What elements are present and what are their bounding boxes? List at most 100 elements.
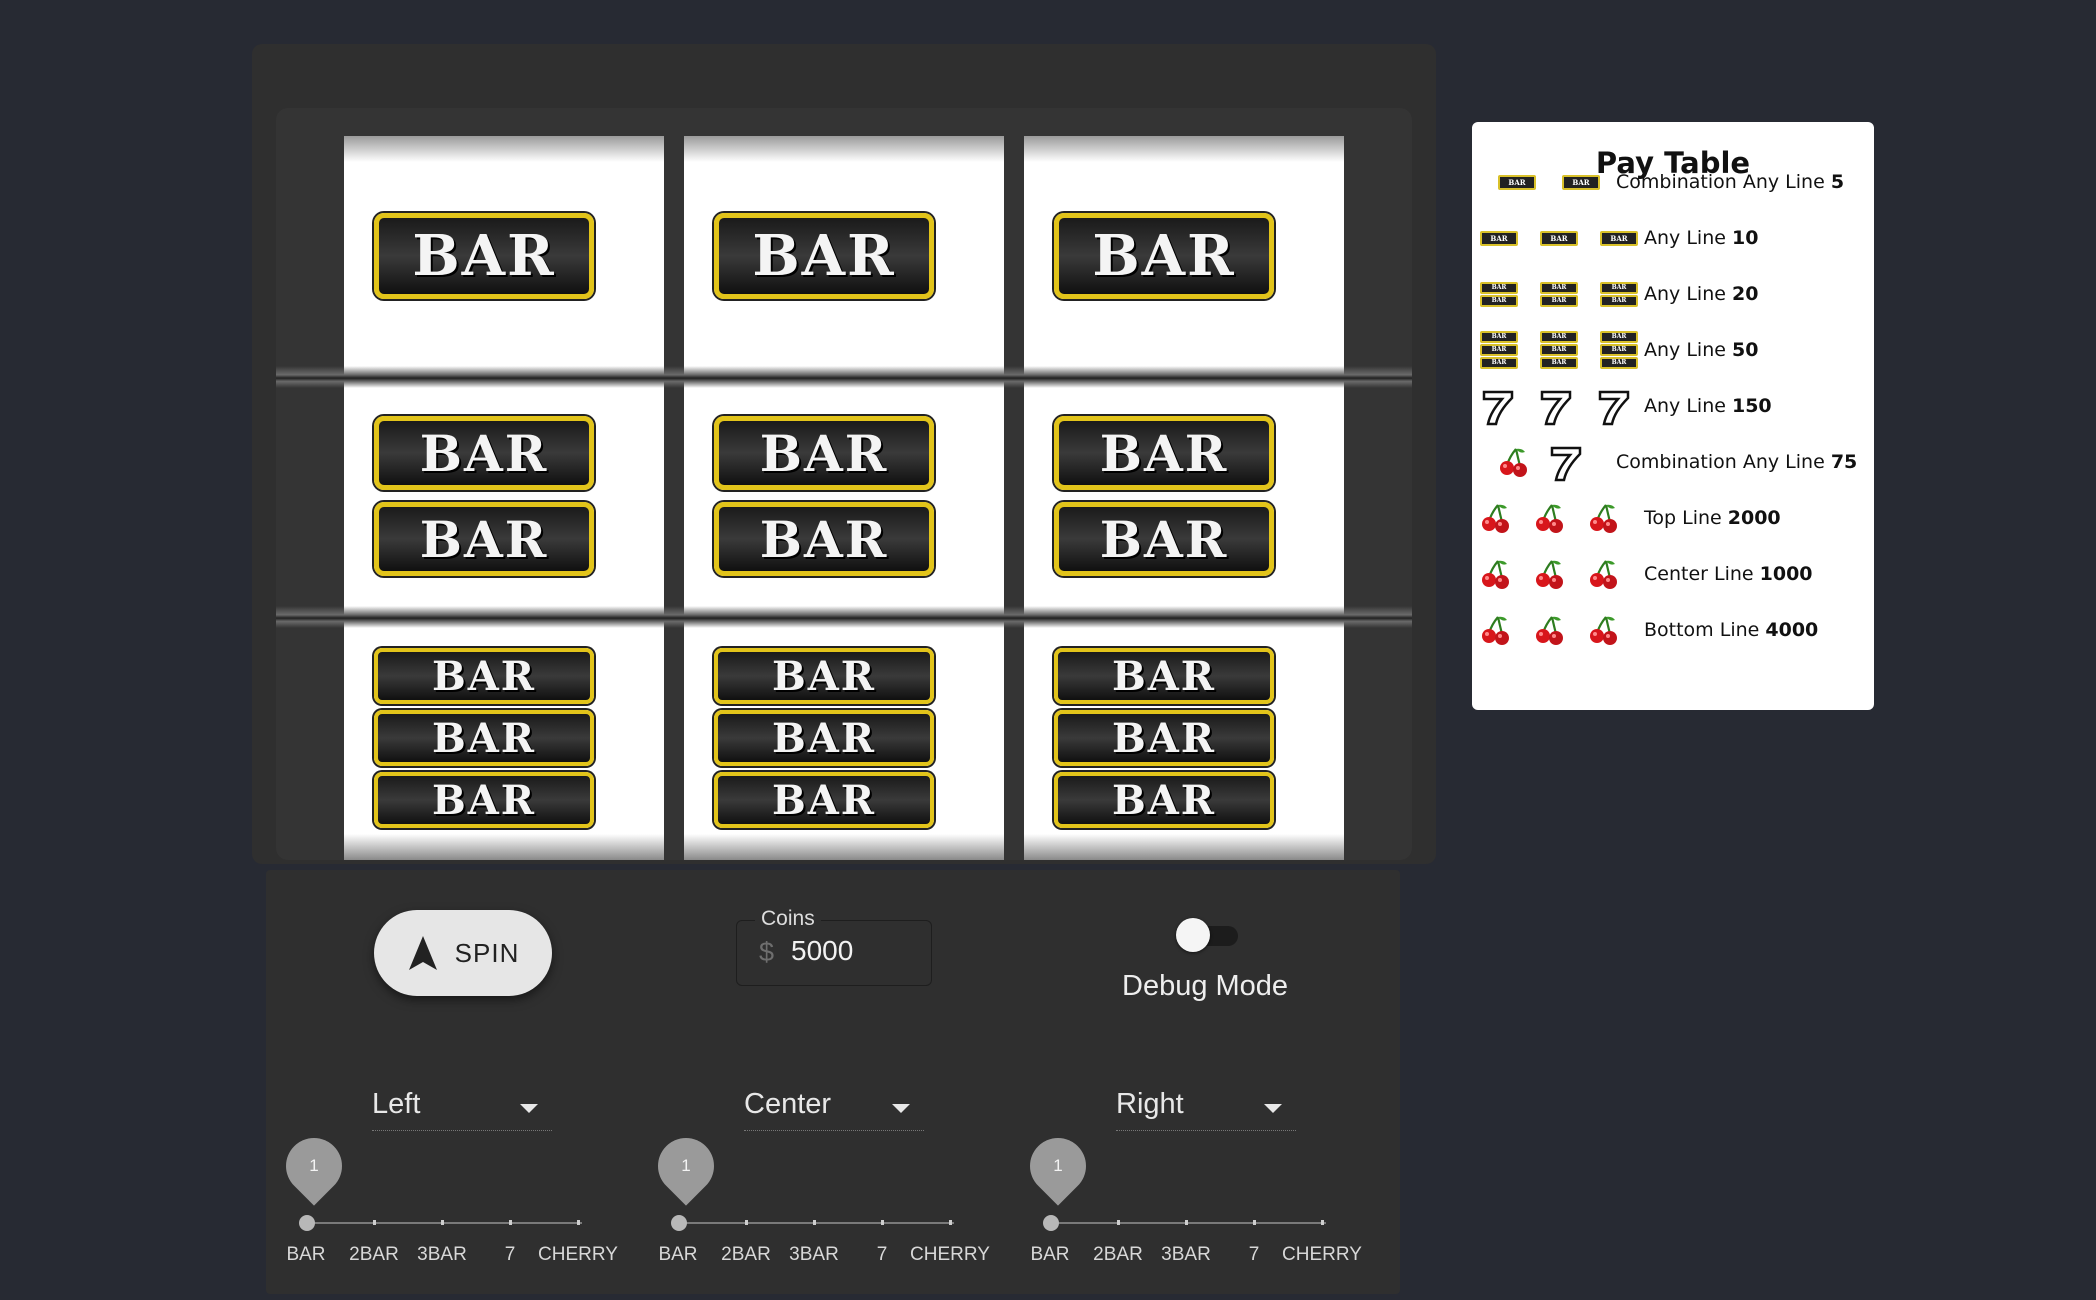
row-line-text: Combination Any Line [1616,451,1825,473]
slider-tick [441,1220,444,1225]
slider-rail [678,1222,954,1224]
row-line-text: Any Line [1644,283,1726,305]
row-symbols: BAR BAR BAR BAR BAR BAR [1480,266,1638,322]
row-payout-label: Any Line 20 [1644,266,1758,322]
coins-value[interactable]: 5000 [791,935,853,967]
slider-thumb[interactable] [671,1215,687,1231]
debug-mode-label: Debug Mode [1122,970,1289,1002]
row-payout-value: 5 [1830,171,1845,193]
row-symbols [1480,490,1620,546]
slider-label: 7 [876,1244,888,1265]
seven-icon [1598,390,1630,426]
reel-divider-bottom [276,606,1412,628]
reel-left-top-symbol: BAR [344,136,664,376]
cherry-icon [1482,504,1509,533]
row-line-text: Any Line [1644,227,1726,249]
cherry-icon [1590,560,1617,589]
slider-label: 3BAR [1161,1244,1211,1265]
select-value: Right [1116,1088,1184,1120]
cherry-icon [1500,448,1527,477]
left-reel-select[interactable]: Left [372,1078,552,1131]
row-payout-value: 10 [1731,227,1759,249]
slider-label: 2BAR [721,1244,771,1265]
row-payout-value: 1000 [1759,563,1813,585]
pay-table-row: Top Line 2000 [1472,490,1874,546]
bar-symbol: BAR [714,213,934,299]
slider-label: BAR [658,1244,698,1265]
pay-table-row: BAR BAR Combination Any Line 5 [1472,154,1874,210]
slider-labels: BAR 2BAR 3BAR 7 CHERRY [266,1244,617,1272]
spin-button[interactable]: SPIN [374,910,552,996]
debug-mode-toggle[interactable] [1172,918,1242,952]
cherry-icon [1590,616,1617,645]
slider-tick [577,1220,580,1225]
slider-tick [813,1220,816,1225]
row-payout-label: Bottom Line 4000 [1644,602,1818,658]
3bar-icon: BAR BAR BAR [1540,331,1578,369]
row-payout-value: 50 [1731,339,1759,361]
slider-thumb[interactable] [1043,1215,1059,1231]
row-payout-label: Combination Any Line 75 [1616,434,1857,490]
slider-rail [306,1222,582,1224]
row-payout-value: 20 [1731,283,1759,305]
right-reel-slider[interactable]: 1 BAR 2BAR 3BAR 7 CHERRY [1010,1126,1362,1278]
pay-table-row: Combination Any Line 75 [1472,434,1874,490]
control-panel: SPIN Coins $ 5000 Debug Mode Left Center… [266,870,1400,1294]
reel-right-center-symbol: BAR BAR [1024,378,1344,614]
select-value: Center [744,1088,832,1120]
slider-value: 1 [1053,1156,1063,1175]
row-line-text: Top Line [1644,507,1722,529]
seven-icon [1540,390,1572,426]
slider-label: 2BAR [1093,1244,1143,1265]
row-payout-label: Combination Any Line 5 [1616,154,1844,210]
coins-label: Coins [755,907,821,931]
left-reel-slider[interactable]: 1 BAR 2BAR 3BAR 7 CHERRY [266,1126,618,1278]
row-payout-value: 2000 [1727,507,1781,529]
caret-down-icon [1264,1104,1282,1113]
bar-symbol: BAR [1054,772,1274,828]
bar-symbol: BAR [1054,502,1274,576]
seven-icon [1482,390,1514,426]
bar-symbol: BAR [374,502,594,576]
slider-label: BAR [1030,1244,1070,1265]
row-payout-label: Center Line 1000 [1644,546,1813,602]
bar-symbol: BAR [714,648,934,704]
pay-table-row: Center Line 1000 [1472,546,1874,602]
right-reel-select[interactable]: Right [1116,1078,1296,1131]
reel-left: BAR BAR BAR BAR BAR BAR [344,136,664,860]
slider-label: 3BAR [789,1244,839,1265]
coins-field[interactable]: Coins $ 5000 [736,907,932,986]
row-symbols [1480,546,1620,602]
reel-left-bottom-symbol: BAR BAR BAR [344,616,664,860]
2bar-icon: BAR BAR [1480,281,1518,307]
slider-label: CHERRY [1282,1244,1362,1265]
bar-icon: BAR [1562,174,1600,190]
pay-table-row: Bottom Line 4000 [1472,602,1874,658]
row-line-text: Bottom Line [1644,619,1760,641]
cherry-icon [1482,560,1509,589]
slider-tick [1253,1220,1256,1225]
bar-icon: BAR [1480,230,1518,246]
center-reel-slider[interactable]: 1 BAR 2BAR 3BAR 7 CHERRY [638,1126,990,1278]
row-payout-label: Top Line 2000 [1644,490,1781,546]
currency-symbol: $ [759,937,775,967]
3bar-icon: BAR BAR BAR [1480,331,1518,369]
slider-tick [1117,1220,1120,1225]
slider-tick [509,1220,512,1225]
row-line-text: Center Line [1644,563,1754,585]
slider-thumb[interactable] [299,1215,315,1231]
bar-symbol: BAR [374,213,594,299]
reel-center-bottom-symbol: BAR BAR BAR [684,616,1004,860]
slider-tick [1321,1220,1324,1225]
row-line-text: Any Line [1644,339,1726,361]
2bar-icon: BAR BAR [1600,281,1638,307]
bar-icon: BAR [1498,174,1536,190]
cherry-icon [1536,616,1563,645]
slider-label: CHERRY [910,1244,990,1265]
slider-tick [881,1220,884,1225]
bar-symbol: BAR [714,502,934,576]
pay-table: Pay Table BAR BAR Combination Any Line 5 BA… [1472,122,1874,710]
center-reel-select[interactable]: Center [744,1078,924,1131]
row-payout-value: 4000 [1765,619,1819,641]
cherry-icon [1536,504,1563,533]
